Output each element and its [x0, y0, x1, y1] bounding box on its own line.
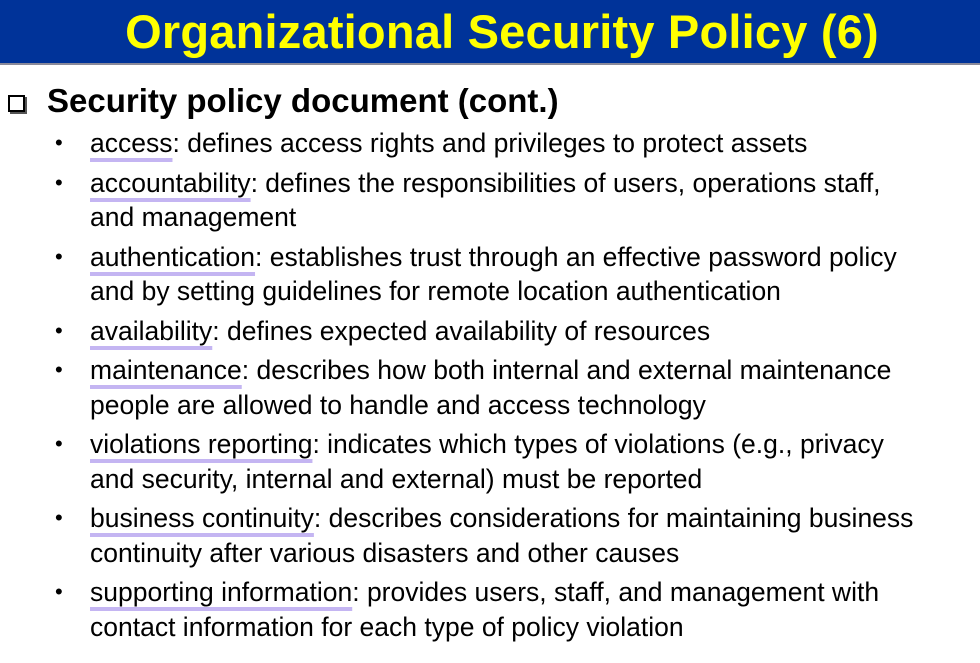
bullet-icon: • [55, 130, 63, 155]
list-item: • accountability: defines the responsibil… [55, 166, 980, 235]
bullet-icon: • [55, 169, 63, 195]
item-text: authentication: establishes trust throug… [90, 240, 980, 309]
item-description: : provides users, staff, and management … [352, 577, 880, 607]
list-item: • maintenance: describes how both interna… [55, 353, 980, 422]
bullet-icon: • [55, 317, 63, 343]
item-continuation: people are allowed to handle and access … [90, 389, 706, 420]
item-term: business continuity [90, 503, 314, 533]
bullet-icon: • [55, 431, 63, 456]
bullet-icon: • [55, 243, 63, 269]
item-text: business continuity: describes considera… [90, 501, 980, 570]
item-text: violations reporting: indicates which ty… [90, 427, 980, 496]
item-term: availability [90, 315, 213, 346]
item-term: violations reporting [90, 429, 313, 459]
item-description: : indicates which types of violations (e… [312, 429, 884, 459]
heading: Security policy document (cont.) [8, 82, 559, 120]
list-item: • supporting information: provides users,… [55, 575, 980, 644]
bullet-icon: • [55, 357, 63, 382]
list-item: • business continuity: describes consider… [55, 501, 980, 570]
item-text: accountability: defines the responsibili… [90, 166, 980, 235]
heading-text: Security policy document (cont.) [47, 82, 559, 119]
item-text: access: defines access rights and privil… [90, 126, 980, 161]
list-item: • availability: defines expected availabi… [55, 314, 980, 349]
bullet-icon: • [55, 505, 63, 530]
item-description: : defines access rights and privileges t… [172, 128, 808, 158]
list-item: • authentication: establishes trust throu… [55, 240, 980, 309]
bullet-list: • access: defines access rights and privi… [55, 126, 980, 649]
item-term: accountability [90, 167, 251, 198]
item-description: : establishes trust through an effective… [255, 241, 897, 272]
item-continuation: and management [90, 202, 297, 232]
item-continuation: and by setting guidelines for remote loc… [90, 276, 781, 306]
list-item: • violations reporting: indicates which t… [55, 427, 980, 496]
item-continuation: and security, internal and external) mus… [90, 463, 703, 494]
item-description: : defines the responsibilities of users,… [250, 167, 881, 198]
square-bullet-icon [8, 94, 25, 112]
item-text: availability: defines expected availabil… [90, 314, 980, 349]
item-term: supporting information [90, 577, 353, 607]
item-text: maintenance: describes how both internal… [90, 353, 980, 422]
item-term: maintenance [90, 355, 242, 385]
item-term: authentication [90, 241, 256, 272]
item-text: supporting information: provides users, … [90, 575, 980, 644]
item-description: : describes considerations for maintaini… [313, 503, 914, 533]
item-continuation: contact information for each type of pol… [90, 611, 684, 642]
title-bar: Organizational Security Policy (6) [0, 0, 980, 65]
bullet-icon: • [55, 579, 63, 604]
item-term: access [90, 128, 173, 158]
list-item: • access: defines access rights and privi… [55, 126, 980, 161]
item-description: : describes how both internal and extern… [241, 355, 892, 385]
item-continuation: continuity after various disasters and o… [90, 537, 680, 568]
item-description: : defines expected availability of resou… [212, 315, 711, 346]
slide-title: Organizational Security Policy (6) [125, 5, 879, 58]
